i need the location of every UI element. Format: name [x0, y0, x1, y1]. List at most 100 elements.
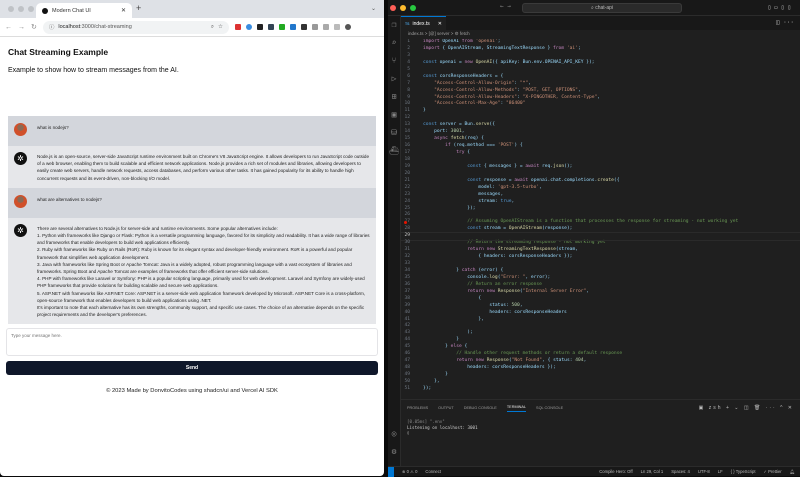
line-number[interactable]: 40: [401, 310, 423, 317]
line-number[interactable]: 24: [401, 199, 423, 206]
code-line[interactable]: 36 // Return an error response: [401, 282, 800, 289]
command-center-search[interactable]: ⌕ chat-api: [522, 3, 682, 13]
url-input[interactable]: ⓘ localhost:3000/chat-streaming ⌕ ☆: [42, 20, 229, 34]
line-number[interactable]: 6: [401, 74, 423, 81]
bookmark-star-icon[interactable]: ☆: [218, 24, 223, 30]
code-line[interactable]: 22 model: 'gpt-3.5-turbo',: [401, 185, 800, 192]
extension-icon[interactable]: [267, 24, 274, 30]
code-line[interactable]: 19 const { messages } = await req.json()…: [401, 164, 800, 171]
extension-icon[interactable]: [289, 24, 296, 30]
line-number[interactable]: 20: [401, 171, 423, 178]
forward-icon[interactable]: →: [18, 24, 25, 31]
code-line[interactable]: 49 }: [401, 372, 800, 379]
code-line[interactable]: 32 { headers: corsResponseHeaders });: [401, 254, 800, 261]
code-line[interactable]: 41 },: [401, 317, 800, 324]
code-line[interactable]: 3: [401, 53, 800, 60]
indentation[interactable]: Spaces: 4: [671, 469, 690, 475]
code-line[interactable]: 40 headers: corsResponseHeaders: [401, 310, 800, 317]
tab-search-chevron-icon[interactable]: ⌄: [371, 5, 376, 12]
code-line[interactable]: 39 status: 500,: [401, 303, 800, 310]
extension-icon[interactable]: [278, 24, 285, 30]
code-line[interactable]: 5: [401, 67, 800, 74]
line-number[interactable]: 21: [401, 178, 423, 185]
line-number[interactable]: 3: [401, 53, 423, 60]
code-line[interactable]: 8 "Access-Control-Allow-Methods": "POST,…: [401, 88, 800, 95]
extension-icon[interactable]: [234, 24, 241, 30]
browser-tab[interactable]: Modern Chat UI ✕: [36, 3, 132, 18]
code-line[interactable]: 28 const stream = OpenAIStream(response)…: [401, 226, 800, 233]
line-number[interactable]: 50: [401, 379, 423, 386]
terminal-shell[interactable]: zsh: [709, 405, 723, 411]
extensions-icon[interactable]: ⊞: [392, 92, 397, 101]
line-number[interactable]: 34: [401, 268, 423, 275]
settings-gear-icon[interactable]: ⚙: [392, 447, 397, 456]
code-line[interactable]: 38 {: [401, 296, 800, 303]
code-line[interactable]: 20: [401, 171, 800, 178]
line-number[interactable]: 23: [401, 192, 423, 199]
connect-status[interactable]: Connect: [425, 469, 441, 474]
puzzle-icon[interactable]: [311, 24, 318, 30]
line-number[interactable]: 18: [401, 157, 423, 164]
line-number[interactable]: 2: [401, 46, 423, 53]
extension-icon[interactable]: [245, 24, 252, 30]
compile-hero-status[interactable]: Compile Hero: Off: [599, 469, 632, 475]
code-line[interactable]: 33: [401, 261, 800, 268]
layout-controls-icon[interactable]: ▯▭▯▯: [768, 4, 794, 11]
code-line[interactable]: 1 import OpenAI from 'openai';: [401, 39, 800, 46]
code-line[interactable]: 43 );: [401, 330, 800, 337]
code-line[interactable]: 51});: [401, 386, 800, 393]
encoding[interactable]: UTF-8: [698, 469, 710, 475]
line-number[interactable]: 4: [401, 60, 423, 67]
split-editor-icon[interactable]: ◫ ···: [776, 19, 794, 26]
profile-avatar[interactable]: [344, 24, 351, 30]
line-number[interactable]: 17: [401, 150, 423, 157]
code-line[interactable]: 17 try {: [401, 150, 800, 157]
zoom-icon[interactable]: ⌕: [211, 24, 214, 31]
line-ending[interactable]: LF: [718, 469, 723, 475]
prettier-status[interactable]: ✓ Prettier: [764, 469, 782, 475]
code-line[interactable]: 16 if (req.method === 'POST') {: [401, 143, 800, 150]
line-number[interactable]: 33: [401, 261, 423, 268]
extension-icon[interactable]: [256, 24, 263, 30]
line-number[interactable]: 37: [401, 289, 423, 296]
panel-tab-debug-console[interactable]: DEBUG CONSOLE: [464, 406, 497, 410]
code-line[interactable]: 25 });: [401, 206, 800, 213]
window-controls[interactable]: [8, 6, 34, 12]
download-icon[interactable]: [322, 24, 329, 30]
code-editor[interactable]: 1 import OpenAI from 'openai'; 2 import { O…: [401, 39, 800, 395]
line-number[interactable]: 1: [401, 39, 423, 46]
reload-icon[interactable]: ↻: [31, 23, 37, 31]
code-line[interactable]: 21 const response = await openai.chat.co…: [401, 178, 800, 185]
close-tab-icon[interactable]: ✕: [121, 7, 126, 14]
code-line[interactable]: 18: [401, 157, 800, 164]
line-number[interactable]: 35: [401, 275, 423, 282]
site-info-icon[interactable]: ⓘ: [49, 23, 55, 31]
account-icon[interactable]: ◎: [392, 429, 397, 438]
line-number[interactable]: 32: [401, 254, 423, 261]
code-line[interactable]: 6 const corsResponseHeaders = {: [401, 74, 800, 81]
code-line[interactable]: 24 stream: true,: [401, 199, 800, 206]
line-number[interactable]: 16: [401, 143, 423, 150]
code-line[interactable]: 11}: [401, 108, 800, 115]
close-tab-icon[interactable]: ✕: [438, 21, 442, 27]
line-number[interactable]: 39: [401, 303, 423, 310]
source-control-icon[interactable]: ⑂: [392, 56, 397, 65]
code-line[interactable]: 35 console.log("Error: ", error);: [401, 275, 800, 282]
code-line[interactable]: 37 return new Response("Internal Server …: [401, 289, 800, 296]
code-line[interactable]: 10 "Access-Control-Max-Age": "86400": [401, 101, 800, 108]
remote-indicator[interactable]: [388, 466, 394, 477]
cursor-position[interactable]: Ln 29, Col 1: [641, 469, 664, 475]
code-line[interactable]: 23 messages,: [401, 192, 800, 199]
line-number[interactable]: 5: [401, 67, 423, 74]
sidepanel-icon[interactable]: [333, 24, 340, 30]
problems-count[interactable]: ⊗ 0 ⚠ 0: [402, 469, 417, 474]
code-line[interactable]: 2 import { OpenAIStream, StreamingTextRes…: [401, 46, 800, 53]
line-number[interactable]: 19: [401, 164, 423, 171]
language-mode[interactable]: { } TypeScript: [731, 469, 756, 475]
code-line[interactable]: 34 } catch (error) {: [401, 268, 800, 275]
back-icon[interactable]: ←: [5, 24, 12, 31]
search-icon[interactable]: ⌕: [392, 38, 397, 47]
line-number[interactable]: 51: [401, 386, 423, 393]
terminal[interactable]: [0.05ms] ".env" Listening on localhost: 3…: [401, 414, 800, 441]
remote-explorer-icon[interactable]: ▣: [392, 110, 397, 119]
